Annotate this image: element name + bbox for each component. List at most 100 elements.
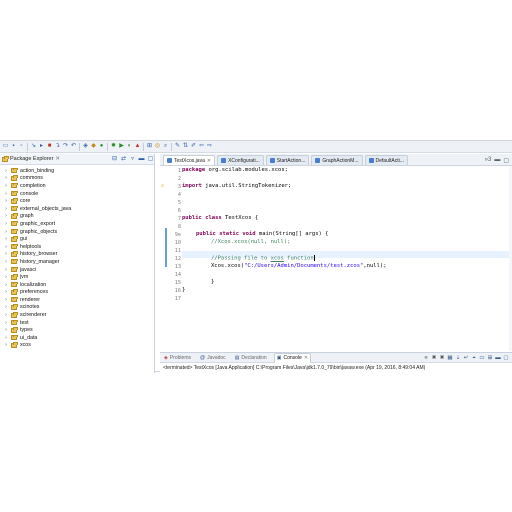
expand-arrow-icon[interactable]: › — [4, 229, 8, 235]
tree-item-localization[interactable]: › localization — [0, 281, 154, 289]
tree-item-history-browser[interactable]: › history_browser — [0, 251, 154, 259]
close-icon[interactable]: ✕ — [304, 355, 308, 361]
expand-arrow-icon[interactable]: › — [4, 175, 8, 181]
open-console-icon[interactable]: ⊞ — [487, 355, 493, 361]
expand-arrow-icon[interactable]: › — [4, 221, 8, 227]
tab-overflow-indicator[interactable]: »3 — [485, 157, 492, 163]
maximize-icon[interactable]: ▢ — [147, 156, 154, 163]
open-type-icon[interactable]: ⊞ — [146, 143, 153, 150]
step-over-icon[interactable]: ↷ — [62, 143, 69, 150]
expand-arrow-icon[interactable]: › — [4, 168, 8, 174]
back-icon[interactable]: ⇦ — [198, 143, 205, 150]
expand-arrow-icon[interactable]: › — [4, 267, 8, 273]
minimize-icon[interactable]: ▬ — [138, 156, 145, 163]
tree-item-types[interactable]: › types — [0, 326, 154, 334]
tree-item-renderer[interactable]: › renderer — [0, 296, 154, 304]
display-console-icon[interactable]: ▭ — [479, 355, 485, 361]
last-edit-icon[interactable]: ✐ — [190, 143, 197, 150]
tree-item-test[interactable]: › test — [0, 319, 154, 327]
scroll-lock-icon[interactable]: ⇣ — [455, 355, 461, 361]
pin-console-icon[interactable]: ⌖ — [471, 355, 477, 361]
new-class-icon[interactable]: ● — [98, 143, 105, 150]
terminate-icon[interactable]: ■ — [46, 143, 53, 150]
remove-all-icon[interactable]: ✖ — [439, 355, 445, 361]
maximize-icon[interactable]: ▢ — [503, 157, 509, 164]
expand-arrow-icon[interactable]: › — [4, 274, 8, 280]
tree-item-helptools[interactable]: › helptools — [0, 243, 154, 251]
expand-arrow-icon[interactable]: › — [4, 198, 8, 204]
tree-item-external-objects-java[interactable]: › external_objects_java — [0, 205, 154, 213]
tree-item-scinotes[interactable]: › scinotes — [0, 304, 154, 312]
coverage-icon[interactable]: ◐ — [126, 143, 133, 150]
expand-arrow-icon[interactable]: › — [4, 191, 8, 197]
expand-arrow-icon[interactable]: › — [4, 342, 8, 348]
expand-arrow-icon[interactable]: › — [4, 259, 8, 265]
code-area[interactable]: ⚠ 1 2 3 4 5 6 7 8 9⊖ 10 11 12 13 14 15 1… — [160, 166, 512, 351]
tab-problems[interactable]: ◈ Problems — [162, 353, 193, 363]
close-icon[interactable]: ✕ — [55, 156, 60, 162]
open-task-icon[interactable]: ◎ — [154, 143, 161, 150]
tree-item-xcos[interactable]: › xcos — [0, 342, 154, 350]
save-icon[interactable]: ▪ — [10, 143, 17, 150]
tree-item-commons[interactable]: › commons — [0, 175, 154, 183]
view-menu-icon[interactable]: ▿ — [129, 156, 136, 163]
close-icon[interactable]: ✕ — [207, 158, 211, 164]
search-icon[interactable]: ⌕ — [162, 143, 169, 150]
tab-testxcos[interactable]: TestXcos.java ✕ — [163, 155, 216, 165]
package-explorer-tab[interactable]: Package Explorer ✕ — [2, 156, 109, 162]
expand-arrow-icon[interactable]: › — [4, 289, 8, 295]
debug-icon[interactable]: ✹ — [110, 143, 117, 150]
minimize-icon[interactable]: ▬ — [495, 355, 501, 361]
tree-item-gui[interactable]: › gui — [0, 235, 154, 243]
expand-arrow-icon[interactable]: › — [4, 304, 8, 310]
expand-arrow-icon[interactable]: › — [4, 183, 8, 189]
tab-startaction[interactable]: StartAction... — [265, 155, 310, 165]
tree-item-graphic-objects[interactable]: › graphic_objects — [0, 228, 154, 236]
run-icon[interactable]: ▶ — [118, 143, 125, 150]
tree-item-scirenderer[interactable]: › scirenderer — [0, 311, 154, 319]
maximize-icon[interactable]: ▢ — [503, 355, 509, 361]
expand-arrow-icon[interactable]: › — [4, 312, 8, 318]
tree-item-javasci[interactable]: › javasci — [0, 266, 154, 274]
tree-item-completion[interactable]: › completion — [0, 182, 154, 190]
terminate-icon[interactable]: ■ — [423, 355, 429, 361]
expand-arrow-icon[interactable]: › — [4, 213, 8, 219]
tree-item-action-binding[interactable]: › action_binding — [0, 167, 154, 175]
expand-arrow-icon[interactable]: › — [4, 320, 8, 326]
expand-arrow-icon[interactable]: › — [4, 236, 8, 242]
word-wrap-icon[interactable]: ↵ — [463, 355, 469, 361]
minimize-icon[interactable]: ▬ — [494, 157, 500, 163]
tree-item-jvm[interactable]: › jvm — [0, 273, 154, 281]
tree-item-preferences[interactable]: › preferences — [0, 289, 154, 297]
tree-item-core[interactable]: › core — [0, 197, 154, 205]
tab-console[interactable]: ▣ Console ✕ — [273, 352, 312, 363]
tab-javadoc[interactable]: @ Javadoc — [198, 353, 228, 363]
toggle-mark-icon[interactable]: ✎ — [174, 143, 181, 150]
remove-launch-icon[interactable]: ✖ — [431, 355, 437, 361]
line-number[interactable]: 9⊖ — [175, 232, 181, 238]
tree-item-history-manager[interactable]: › history_manager — [0, 258, 154, 266]
expand-arrow-icon[interactable]: › — [4, 297, 8, 303]
tree-item-graph[interactable]: › graph — [0, 213, 154, 221]
print-icon[interactable]: ▫ — [18, 143, 25, 150]
tree-item-ui-data[interactable]: › ui_data — [0, 334, 154, 342]
forward-icon[interactable]: ⇨ — [206, 143, 213, 150]
skip-breakpoints-icon[interactable]: ↘ — [30, 143, 37, 150]
tree-item-console[interactable]: › console — [0, 190, 154, 198]
tab-defaultaction[interactable]: DefaultActi... — [364, 155, 408, 165]
expand-arrow-icon[interactable]: › — [4, 282, 8, 288]
tab-declaration[interactable]: ▤ Declaration — [233, 353, 269, 363]
tree-item-graphic-export[interactable]: › graphic_export — [0, 220, 154, 228]
clear-console-icon[interactable]: ▦ — [447, 355, 453, 361]
new-package-icon[interactable]: ◆ — [90, 143, 97, 150]
expand-arrow-icon[interactable]: › — [4, 244, 8, 250]
external-tools-icon[interactable]: ▲ — [134, 143, 141, 150]
step-return-icon[interactable]: ↶ — [70, 143, 77, 150]
tab-xconfiguration[interactable]: XConfigurati... — [217, 155, 264, 165]
expand-arrow-icon[interactable]: › — [4, 206, 8, 212]
link-with-editor-icon[interactable]: ⇄ — [120, 156, 127, 163]
new-icon[interactable]: ▭ — [2, 143, 9, 150]
expand-arrow-icon[interactable]: › — [4, 327, 8, 333]
expand-arrow-icon[interactable]: › — [4, 251, 8, 257]
annotation-icon[interactable]: ⇅ — [182, 143, 189, 150]
